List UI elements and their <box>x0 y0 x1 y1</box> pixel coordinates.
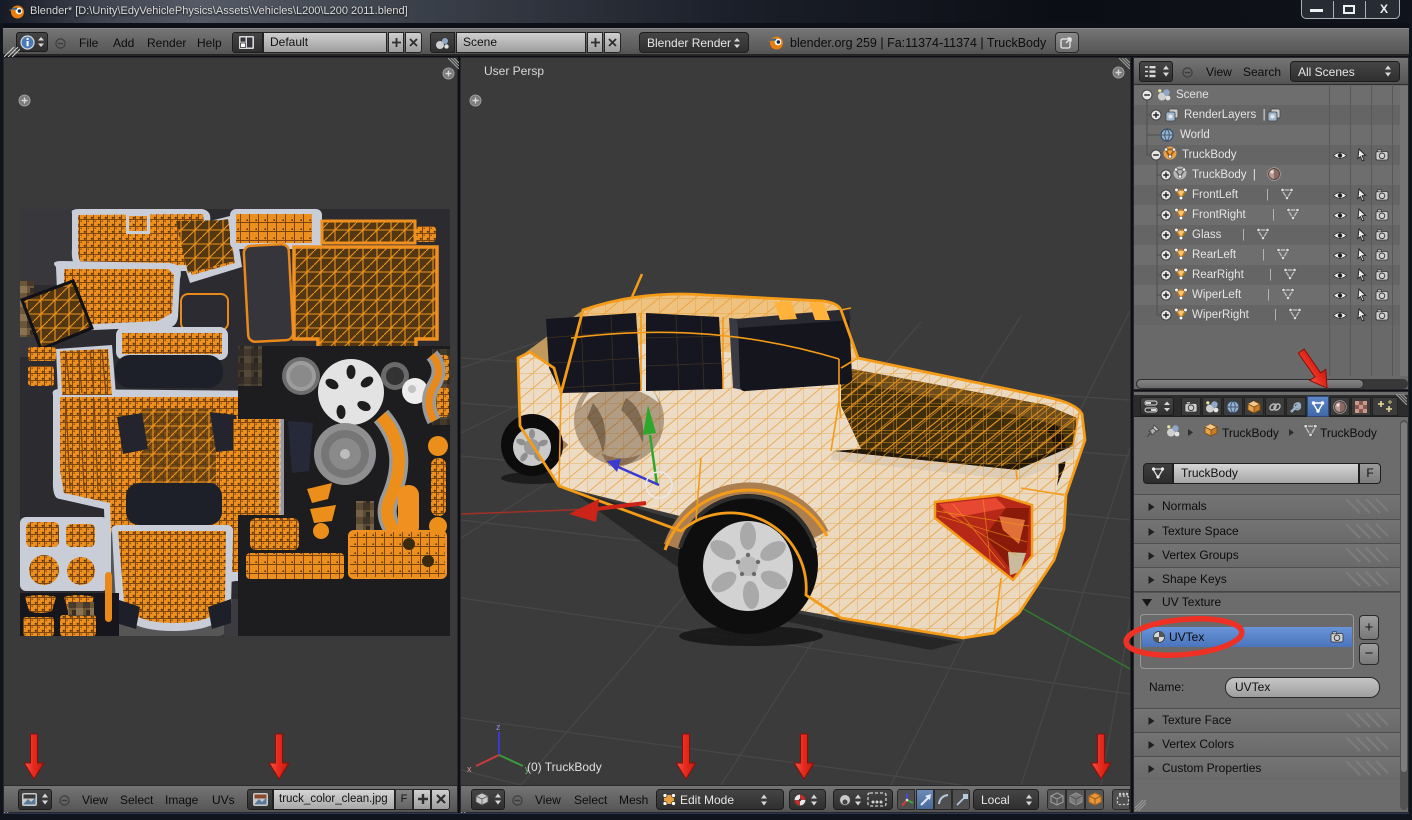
svg-text:z: z <box>496 722 501 732</box>
svg-text:x: x <box>467 764 472 774</box>
svg-text:User Persp: User Persp <box>484 64 544 78</box>
svg-text:(0) TruckBody: (0) TruckBody <box>527 760 602 774</box>
